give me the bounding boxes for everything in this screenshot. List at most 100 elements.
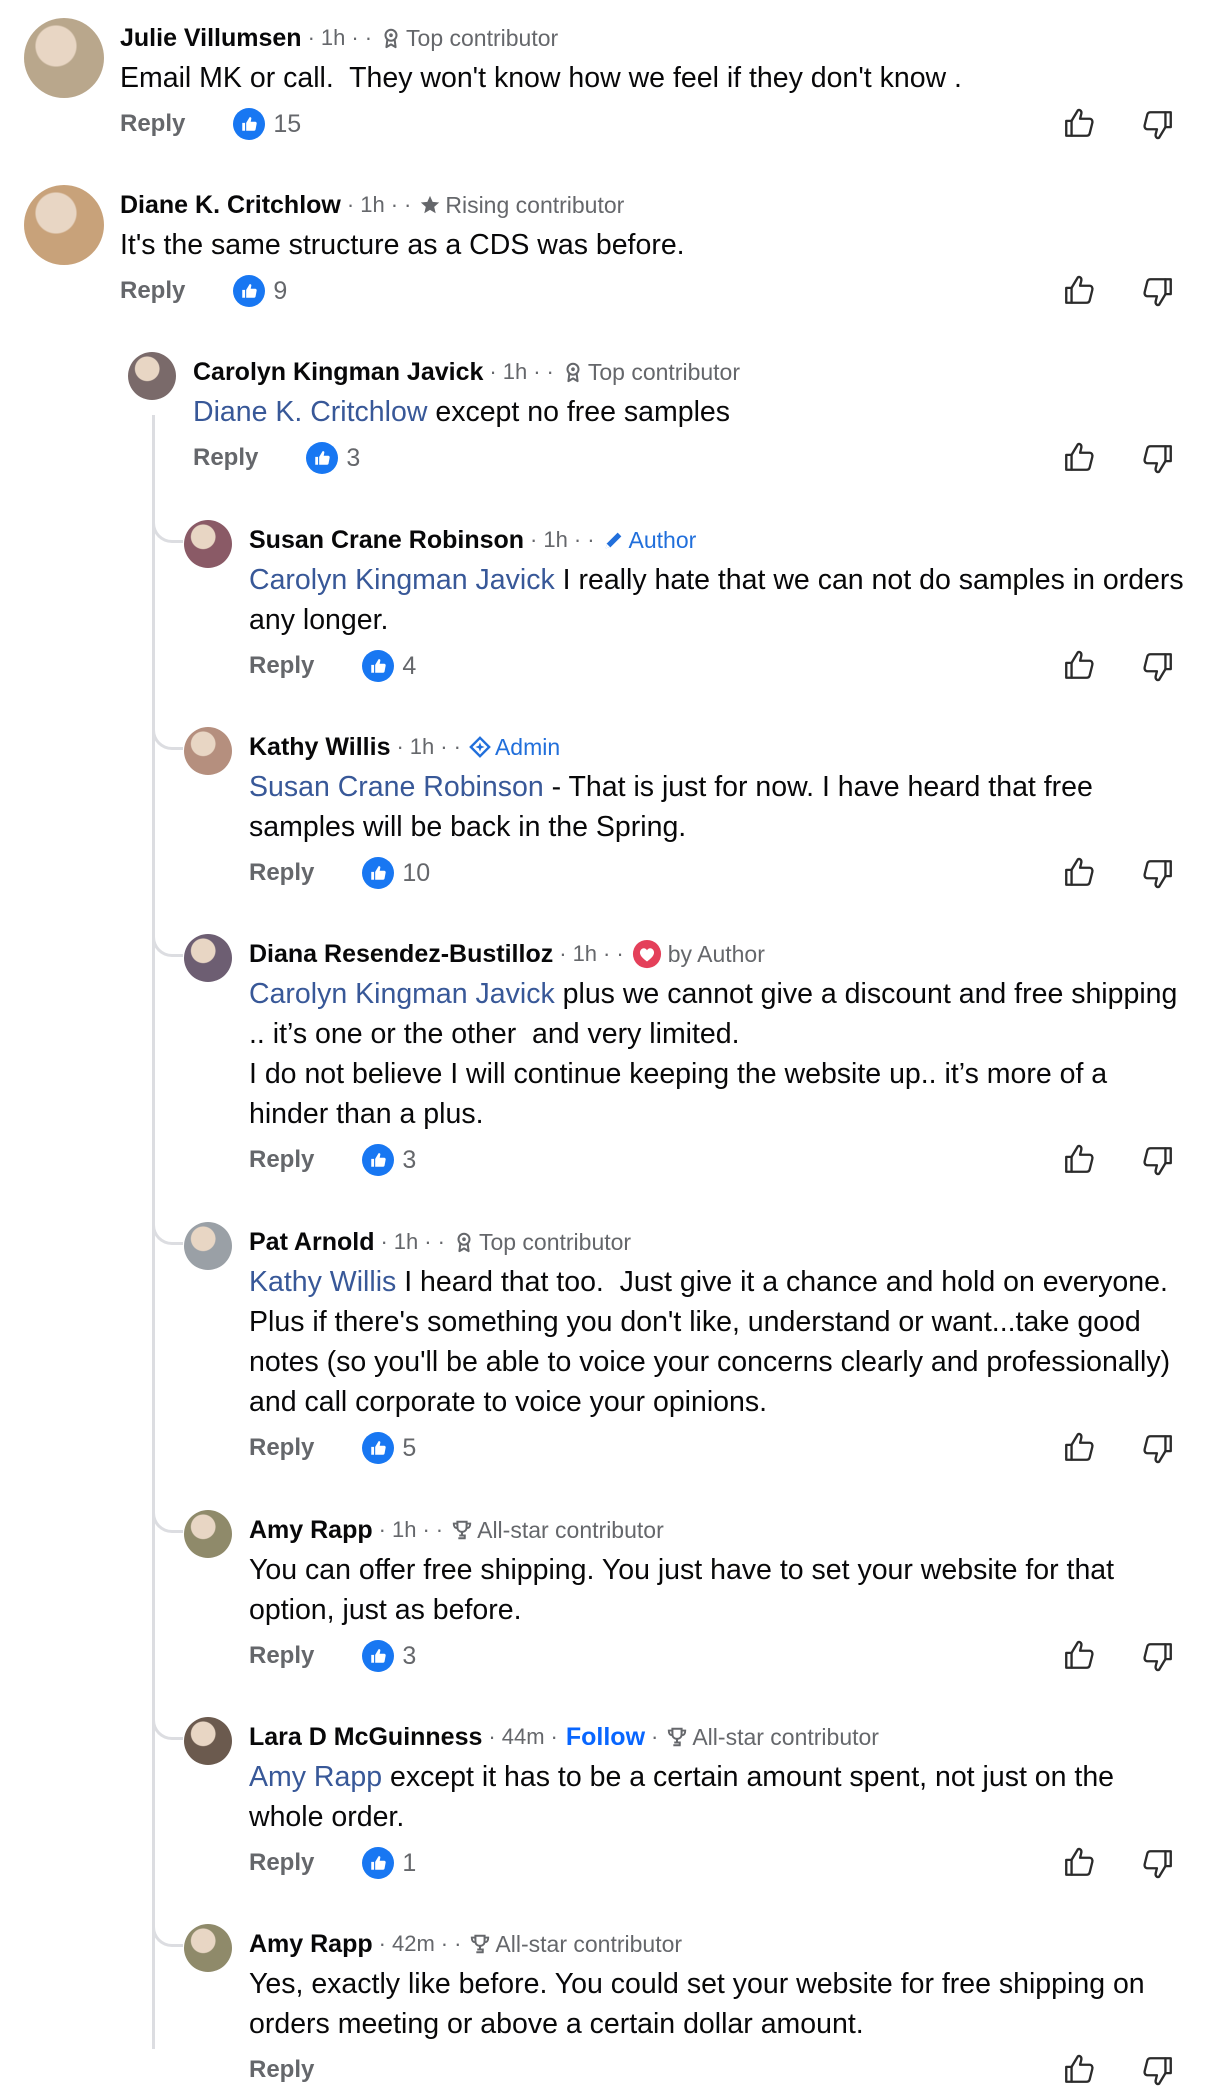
author-name[interactable]: Julie Villumsen bbox=[120, 24, 302, 53]
mention-link[interactable]: Carolyn Kingman Javick bbox=[249, 978, 555, 1010]
reply-button[interactable]: Reply bbox=[249, 1642, 314, 1670]
like-badge-icon bbox=[233, 108, 266, 140]
avatar[interactable] bbox=[24, 185, 104, 265]
like-count[interactable]: 3 bbox=[362, 1640, 416, 1672]
reply-button[interactable]: Reply bbox=[249, 652, 314, 680]
author-name[interactable]: Pat Arnold bbox=[249, 1228, 374, 1257]
author-name[interactable]: Diane K. Critchlow bbox=[120, 191, 341, 220]
downvote-icon[interactable] bbox=[1141, 2054, 1177, 2090]
reply-button[interactable]: Reply bbox=[249, 2056, 314, 2084]
like-count[interactable]: 3 bbox=[306, 442, 360, 474]
comment-time[interactable]: 1h bbox=[573, 941, 597, 967]
comment-body: Email MK or call. They won't know how we… bbox=[120, 62, 962, 94]
like-badge-icon bbox=[362, 857, 395, 889]
comment-time[interactable]: 42m bbox=[392, 1931, 435, 1957]
like-count-value: 3 bbox=[346, 443, 361, 472]
like-count[interactable]: 3 bbox=[362, 1144, 416, 1176]
like-count[interactable]: 10 bbox=[362, 857, 430, 889]
avatar[interactable] bbox=[184, 727, 232, 775]
comment-text: Email MK or call. They won't know how we… bbox=[120, 58, 1190, 98]
follow-button[interactable]: Follow bbox=[566, 1723, 645, 1752]
reply-button[interactable]: Reply bbox=[193, 444, 258, 472]
author-name[interactable]: Lara D McGuinness bbox=[249, 1723, 482, 1752]
downvote-icon[interactable] bbox=[1141, 650, 1177, 686]
contributor-badge[interactable]: Rising contributor bbox=[419, 192, 624, 219]
contributor-badge[interactable]: by Author bbox=[632, 939, 765, 969]
avatar[interactable] bbox=[128, 352, 176, 400]
comment-time[interactable]: 1h bbox=[321, 25, 345, 51]
reply-button[interactable]: Reply bbox=[249, 1146, 314, 1174]
avatar[interactable] bbox=[184, 1510, 232, 1558]
downvote-icon[interactable] bbox=[1141, 1640, 1177, 1676]
comment-actions: Reply bbox=[249, 2052, 314, 2088]
avatar[interactable] bbox=[184, 1717, 232, 1765]
comment-time[interactable]: 1h bbox=[392, 1517, 416, 1543]
like-count[interactable]: 9 bbox=[233, 275, 287, 307]
comment-time[interactable]: 1h bbox=[543, 527, 567, 553]
reply-button[interactable]: Reply bbox=[120, 110, 185, 138]
downvote-icon[interactable] bbox=[1141, 1847, 1177, 1883]
mention-link[interactable]: Kathy Willis bbox=[249, 1266, 396, 1298]
reply-button[interactable]: Reply bbox=[249, 1849, 314, 1877]
upvote-icon[interactable] bbox=[1062, 273, 1098, 309]
reply-button[interactable]: Reply bbox=[249, 859, 314, 887]
avatar[interactable] bbox=[184, 1924, 232, 1972]
like-count[interactable]: 1 bbox=[362, 1847, 416, 1879]
upvote-icon[interactable] bbox=[1062, 855, 1098, 891]
comment-body: except no free samples bbox=[427, 396, 730, 428]
separator: · bbox=[396, 734, 404, 759]
avatar[interactable] bbox=[184, 520, 232, 568]
like-count[interactable]: 15 bbox=[233, 108, 301, 140]
author-name[interactable]: Diana Resendez-Bustilloz bbox=[249, 940, 553, 969]
comment-header: Pat Arnold · 1h · · Top contributor bbox=[249, 1226, 631, 1258]
author-name[interactable]: Amy Rapp bbox=[249, 1930, 373, 1959]
upvote-icon[interactable] bbox=[1062, 1430, 1098, 1466]
avatar[interactable] bbox=[184, 1222, 232, 1270]
contributor-badge[interactable]: All-star contributor bbox=[666, 1724, 879, 1751]
contributor-badge[interactable]: Top contributor bbox=[562, 359, 740, 386]
downvote-icon[interactable] bbox=[1141, 275, 1177, 311]
contributor-badge[interactable]: Top contributor bbox=[453, 1229, 631, 1256]
downvote-icon[interactable] bbox=[1141, 108, 1177, 144]
comment-time[interactable]: 44m bbox=[502, 1724, 545, 1750]
upvote-icon[interactable] bbox=[1062, 440, 1098, 476]
upvote-icon[interactable] bbox=[1062, 1845, 1098, 1881]
mention-link[interactable]: Amy Rapp bbox=[249, 1761, 382, 1793]
downvote-icon[interactable] bbox=[1141, 1432, 1177, 1468]
author-name[interactable]: Susan Crane Robinson bbox=[249, 526, 524, 555]
upvote-icon[interactable] bbox=[1062, 648, 1098, 684]
author-name[interactable]: Amy Rapp bbox=[249, 1516, 373, 1545]
upvote-icon[interactable] bbox=[1062, 2052, 1098, 2088]
comment-actions: Reply 5 bbox=[249, 1430, 416, 1466]
mention-link[interactable]: Susan Crane Robinson bbox=[249, 771, 544, 803]
avatar[interactable] bbox=[24, 18, 104, 98]
avatar[interactable] bbox=[184, 934, 232, 982]
separator: · bbox=[380, 1229, 388, 1254]
upvote-icon[interactable] bbox=[1062, 1142, 1098, 1178]
comment-time[interactable]: 1h bbox=[360, 192, 384, 218]
contributor-badge[interactable]: All-star contributor bbox=[451, 1517, 664, 1544]
contributor-badge[interactable]: Admin bbox=[469, 734, 560, 761]
contributor-badge[interactable]: Top contributor bbox=[380, 25, 558, 52]
contributor-badge[interactable]: All-star contributor bbox=[469, 1931, 682, 1958]
comment-time[interactable]: 1h bbox=[410, 734, 434, 760]
comment-time[interactable]: 1h bbox=[503, 359, 527, 385]
upvote-icon[interactable] bbox=[1062, 106, 1098, 142]
mention-link[interactable]: Diane K. Critchlow bbox=[193, 396, 427, 428]
reply-button[interactable]: Reply bbox=[120, 277, 185, 305]
separator: · bbox=[424, 1229, 432, 1254]
comment-time[interactable]: 1h bbox=[394, 1229, 418, 1255]
contributor-badge[interactable]: Author bbox=[603, 527, 696, 554]
author-name[interactable]: Kathy Willis bbox=[249, 733, 390, 762]
comment-header: Kathy Willis · 1h · · Admin bbox=[249, 731, 560, 763]
mention-link[interactable]: Carolyn Kingman Javick bbox=[249, 564, 555, 596]
upvote-icon[interactable] bbox=[1062, 1638, 1098, 1674]
downvote-icon[interactable] bbox=[1141, 442, 1177, 478]
reply-button[interactable]: Reply bbox=[249, 1434, 314, 1462]
like-count[interactable]: 4 bbox=[362, 650, 416, 682]
like-count[interactable]: 5 bbox=[362, 1432, 416, 1464]
like-badge-icon bbox=[233, 275, 266, 307]
author-name[interactable]: Carolyn Kingman Javick bbox=[193, 358, 483, 387]
downvote-icon[interactable] bbox=[1141, 1144, 1177, 1180]
downvote-icon[interactable] bbox=[1141, 857, 1177, 893]
